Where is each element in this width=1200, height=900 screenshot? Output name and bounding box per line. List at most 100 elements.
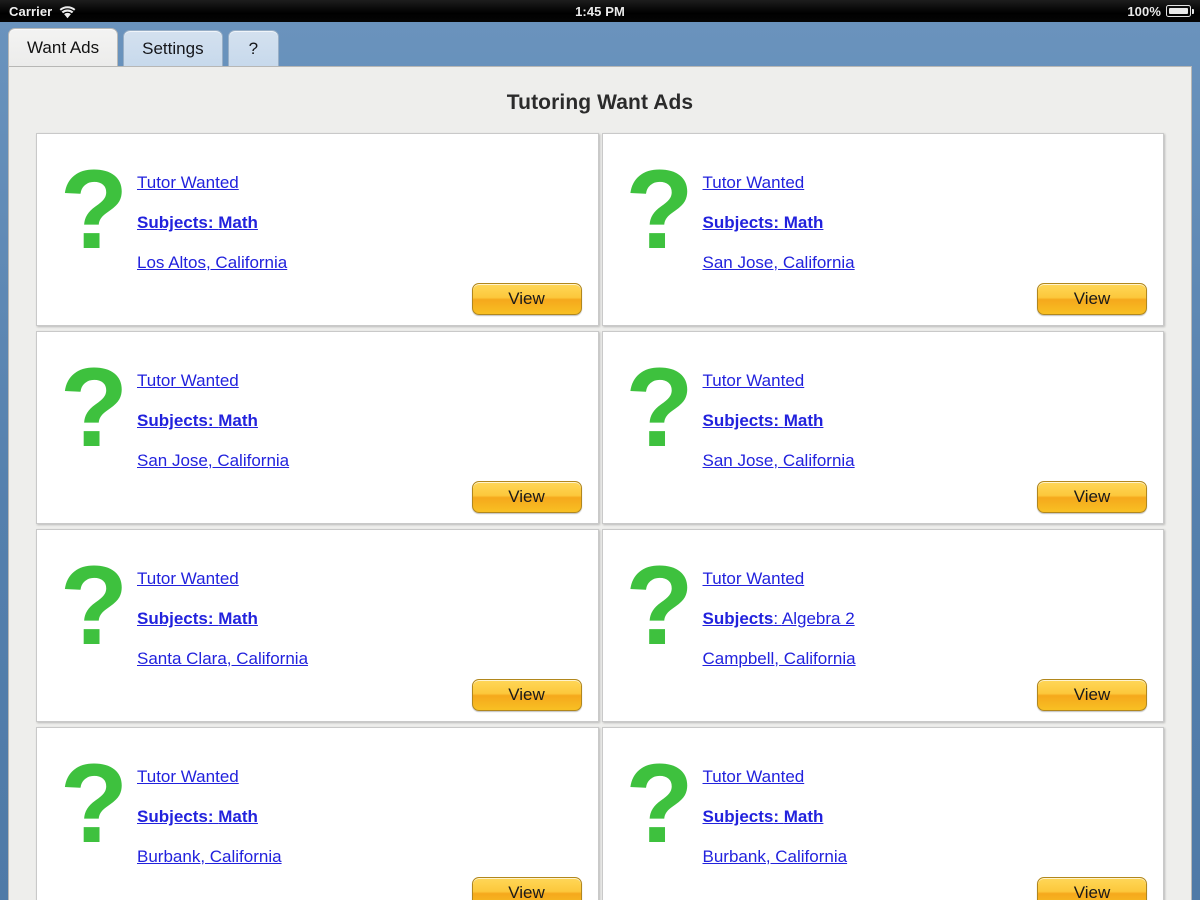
ad-title-link[interactable]: Tutor Wanted [703, 768, 805, 786]
ad-card-footer: View [617, 679, 1150, 711]
ad-subjects-separator: : [773, 410, 784, 430]
ad-card[interactable]: ? Tutor Wanted Subjects: Math San Jose, … [36, 331, 599, 524]
ad-title-link[interactable]: Tutor Wanted [703, 372, 805, 390]
ad-card-body: ? Tutor Wanted Subjects: Math Los Altos,… [51, 152, 584, 283]
status-bar-right: 100% [1127, 3, 1194, 19]
ad-subjects-link[interactable]: Subjects: Math [702, 212, 824, 232]
ad-card[interactable]: ? Tutor Wanted Subjects: Math San Jose, … [601, 331, 1164, 524]
ad-subject-value: Math [783, 212, 824, 232]
ad-subjects-label: Subjects [702, 806, 774, 826]
view-button[interactable]: View [1037, 679, 1147, 711]
ad-card-body: ? Tutor Wanted Subjects: Math Burbank, C… [617, 746, 1150, 877]
ad-card-footer: View [617, 283, 1150, 315]
browser-window: Want Ads Settings ? Tutoring Want Ads ? … [0, 22, 1200, 900]
ad-subject-value: Algebra 2 [781, 608, 855, 628]
question-mark-icon: ? [59, 147, 129, 272]
ad-subjects-link[interactable]: Subjects: Math [137, 410, 258, 430]
ad-location-link[interactable]: Burbank, California [703, 847, 848, 866]
ad-location-link[interactable]: Santa Clara, California [137, 649, 308, 668]
view-button[interactable]: View [1037, 283, 1147, 315]
ad-location-link[interactable]: San Jose, California [703, 451, 855, 470]
page-title: Tutoring Want Ads [506, 91, 694, 114]
view-button[interactable]: View [471, 877, 582, 900]
question-mark-icon: ? [59, 741, 129, 866]
view-button[interactable]: View [471, 283, 582, 315]
ad-subjects-label: Subjects [702, 608, 774, 628]
tab-help-label: ? [248, 38, 259, 58]
question-mark-icon: ? [59, 543, 129, 668]
ad-subject-value: Math [218, 410, 258, 430]
question-mark-icon: ? [625, 345, 694, 470]
ad-card-footer: View [51, 877, 584, 900]
ios-status-bar: Carrier 1:45 PM 100% [0, 0, 1200, 22]
ad-subjects-separator: : [773, 212, 784, 232]
ad-subjects-link[interactable]: Subjects: Algebra 2 [702, 608, 855, 628]
ad-subjects-link[interactable]: Subjects: Math [137, 806, 258, 826]
ad-card[interactable]: ? Tutor Wanted Subjects: Math Burbank, C… [601, 727, 1164, 900]
ad-subjects-link[interactable]: Subjects: Math [702, 806, 824, 826]
ad-card-footer: View [51, 283, 584, 315]
battery-icon [1166, 5, 1194, 17]
ad-card[interactable]: ? Tutor Wanted Subjects: Math San Jose, … [601, 133, 1164, 326]
tab-want-ads[interactable]: Want Ads [8, 28, 119, 66]
view-button[interactable]: View [471, 481, 582, 513]
ad-subjects-label: Subjects [137, 410, 208, 430]
question-mark-icon: ? [625, 741, 694, 866]
ad-card[interactable]: ? Tutor Wanted Subjects: Algebra 2 Campb… [601, 529, 1164, 722]
status-bar-clock: 1:45 PM [575, 3, 625, 19]
want-ads-grid: ? Tutor Wanted Subjects: Math Los Altos,… [9, 133, 1191, 900]
view-button[interactable]: View [471, 679, 582, 711]
ad-location-link[interactable]: San Jose, California [137, 451, 289, 470]
ad-subjects-link[interactable]: Subjects: Math [702, 410, 824, 430]
ad-subjects-separator: : [207, 212, 219, 232]
ad-title-link[interactable]: Tutor Wanted [137, 768, 239, 786]
ad-card-footer: View [617, 481, 1150, 513]
ad-location-link[interactable]: Los Altos, California [137, 253, 287, 272]
ad-card[interactable]: ? Tutor Wanted Subjects: Math Burbank, C… [36, 727, 599, 900]
ad-subjects-label: Subjects [137, 212, 208, 232]
ad-card-footer: View [51, 679, 584, 711]
ad-location-link[interactable]: Campbell, California [703, 649, 856, 668]
ad-title-link[interactable]: Tutor Wanted [703, 570, 805, 588]
ad-card-body: ? Tutor Wanted Subjects: Math Burbank, C… [51, 746, 584, 877]
ad-subject-value: Math [218, 212, 258, 232]
ad-title-link[interactable]: Tutor Wanted [137, 372, 239, 390]
ad-subjects-separator: : [207, 608, 219, 628]
ad-card[interactable]: ? Tutor Wanted Subjects: Math Los Altos,… [36, 133, 599, 326]
ad-title-link[interactable]: Tutor Wanted [137, 174, 239, 192]
ad-subjects-separator: : [207, 410, 219, 430]
ad-location-link[interactable]: San Jose, California [703, 253, 855, 272]
ad-title-link[interactable]: Tutor Wanted [703, 174, 805, 192]
question-mark-icon: ? [625, 147, 694, 272]
ad-card[interactable]: ? Tutor Wanted Subjects: Math Santa Clar… [36, 529, 599, 722]
ad-card-links: Tutor Wanted Subjects: Math San Jose, Ca… [703, 152, 1150, 272]
status-bar-left: Carrier [9, 4, 76, 19]
ad-subject-value: Math [783, 410, 824, 430]
ad-subjects-label: Subjects [137, 608, 208, 628]
ad-card-links: Tutor Wanted Subjects: Math Burbank, Cal… [703, 746, 1150, 866]
ad-card-footer: View [617, 877, 1150, 900]
ad-card-links: Tutor Wanted Subjects: Algebra 2 Campbel… [703, 548, 1150, 668]
ad-card-links: Tutor Wanted Subjects: Math San Jose, Ca… [703, 350, 1150, 470]
view-button[interactable]: View [1037, 481, 1147, 513]
battery-percentage: 100% [1127, 3, 1161, 19]
ad-subjects-link[interactable]: Subjects: Math [137, 608, 258, 628]
ad-title-link[interactable]: Tutor Wanted [137, 570, 239, 588]
ad-subject-value: Math [218, 806, 258, 826]
tab-help[interactable]: ? [227, 30, 280, 66]
ad-subjects-label: Subjects [702, 212, 774, 232]
ad-location-link[interactable]: Burbank, California [137, 847, 282, 866]
view-button[interactable]: View [1037, 877, 1147, 900]
carrier-label: Carrier [9, 3, 53, 19]
ad-card-links: Tutor Wanted Subjects: Math Burbank, Cal… [137, 746, 584, 866]
ad-card-body: ? Tutor Wanted Subjects: Math Santa Clar… [51, 548, 584, 679]
ad-subjects-separator: : [773, 608, 782, 628]
ad-card-body: ? Tutor Wanted Subjects: Math San Jose, … [617, 350, 1150, 481]
ad-card-body: ? Tutor Wanted Subjects: Algebra 2 Campb… [617, 548, 1150, 679]
ad-subjects-link[interactable]: Subjects: Math [137, 212, 258, 232]
tab-settings-label: Settings [142, 38, 204, 58]
ad-card-body: ? Tutor Wanted Subjects: Math San Jose, … [617, 152, 1150, 283]
ad-subjects-label: Subjects [702, 410, 774, 430]
tab-settings[interactable]: Settings [123, 30, 223, 66]
wifi-icon [59, 5, 76, 19]
